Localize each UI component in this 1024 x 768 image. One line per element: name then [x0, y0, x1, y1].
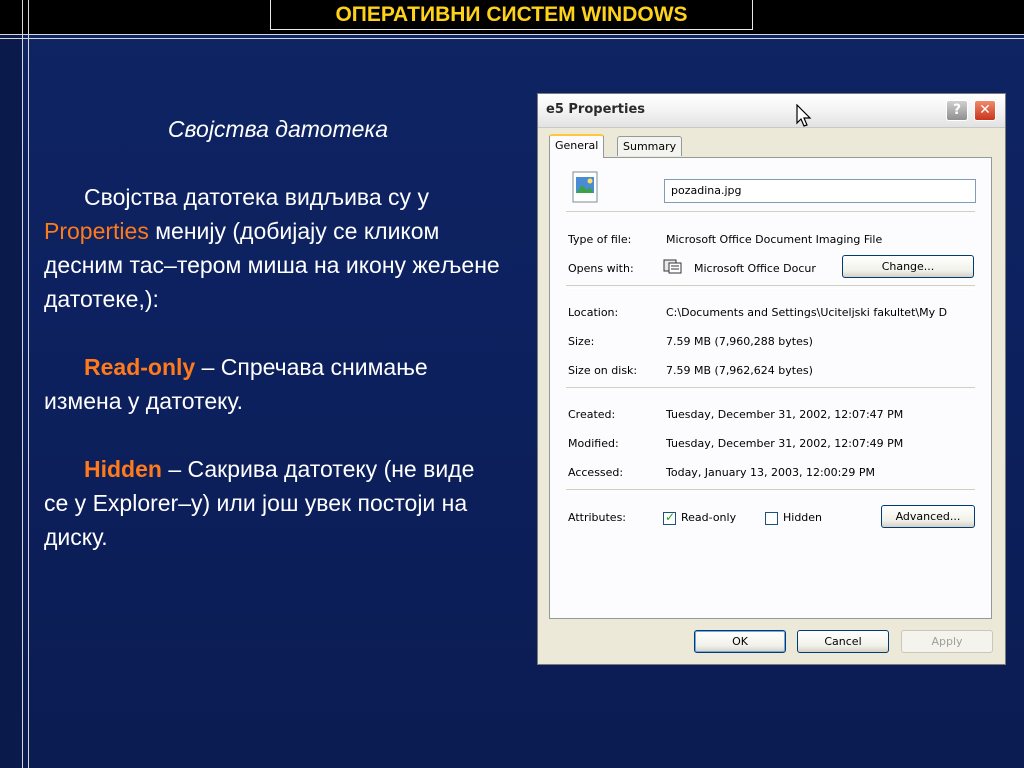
separator — [566, 285, 975, 289]
slide-title: ОПЕРАТИВНИ СИСТЕМ WINDOWS — [270, 0, 753, 30]
para-text: Својства датотека видљива су у — [84, 184, 429, 210]
separator — [566, 387, 975, 391]
general-panel: pozadina.jpg Type of file: Microsoft Off… — [549, 157, 992, 619]
opens-with-value: Microsoft Office Docur — [694, 262, 816, 275]
opens-with-label: Opens with: — [568, 262, 634, 275]
readonly-term: Read-only — [84, 354, 196, 380]
location-value: C:\Documents and Settings\Uciteljski fak… — [666, 306, 948, 319]
hidden-label: Hidden — [783, 511, 823, 524]
frame-line — [0, 38, 1024, 39]
slide-body: Својства датотека Својства датотека видљ… — [44, 112, 504, 588]
modified-label: Modified: — [568, 437, 619, 450]
tab-general[interactable]: General — [549, 134, 605, 158]
size-on-disk-label: Size on disk: — [568, 364, 638, 377]
type-value: Microsoft Office Document Imaging File — [666, 233, 883, 246]
slide-subtitle: Својства датотека — [167, 116, 389, 142]
readonly-label: Read-only — [681, 511, 737, 524]
image-file-icon — [572, 171, 598, 203]
paragraph-hidden: Hidden – Сакрива датотеку (не виде се у … — [44, 452, 504, 554]
hidden-checkbox[interactable] — [765, 512, 778, 525]
tab-summary[interactable]: Summary — [617, 136, 683, 156]
modified-value: Tuesday, December 31, 2002, 12:07:49 PM — [666, 437, 904, 450]
size-on-disk-value: 7.59 MB (7,962,624 bytes) — [666, 364, 813, 377]
dialog-titlebar[interactable]: e5 Properties ? ✕ — [538, 94, 1005, 128]
size-label: Size: — [568, 335, 595, 348]
separator — [566, 211, 975, 215]
created-label: Created: — [568, 408, 616, 421]
type-label: Type of file: — [568, 233, 632, 246]
attributes-label: Attributes: — [568, 511, 627, 524]
frame-line — [22, 0, 23, 768]
paragraph-properties: Својства датотека видљива су у Propertie… — [44, 180, 504, 316]
location-label: Location: — [568, 306, 619, 319]
advanced-button[interactable]: Advanced... — [881, 505, 975, 528]
accessed-label: Accessed: — [568, 466, 624, 479]
help-button[interactable]: ? — [946, 100, 968, 121]
checkmark-icon: ✓ — [665, 510, 676, 524]
close-button[interactable]: ✕ — [974, 100, 996, 121]
cancel-button[interactable]: Cancel — [797, 630, 889, 653]
accessed-value: Today, January 13, 2003, 12:00:29 PM — [666, 466, 876, 479]
file-name-field[interactable]: pozadina.jpg — [664, 179, 976, 203]
apply-button[interactable]: Apply — [901, 630, 993, 653]
change-button[interactable]: Change... — [842, 255, 974, 278]
program-icon — [663, 259, 682, 274]
hidden-term: Hidden — [84, 456, 162, 482]
separator — [566, 489, 975, 493]
dialog-title: e5 Properties — [546, 102, 646, 117]
properties-dialog: e5 Properties ? ✕ General Summary pozadi… — [537, 93, 1006, 665]
mouse-pointer-icon — [796, 104, 812, 127]
ok-button[interactable]: OK — [694, 630, 786, 653]
readonly-checkbox[interactable]: ✓ — [663, 510, 676, 525]
frame-line — [0, 34, 1024, 35]
frame-line — [28, 0, 29, 768]
left-margin-band — [0, 34, 22, 768]
size-value: 7.59 MB (7,960,288 bytes) — [666, 335, 813, 348]
paragraph-readonly: Read-only – Спречава снимање измена у да… — [44, 350, 504, 418]
created-value: Tuesday, December 31, 2002, 12:07:47 PM — [666, 408, 904, 421]
properties-highlight: Properties — [44, 218, 149, 244]
